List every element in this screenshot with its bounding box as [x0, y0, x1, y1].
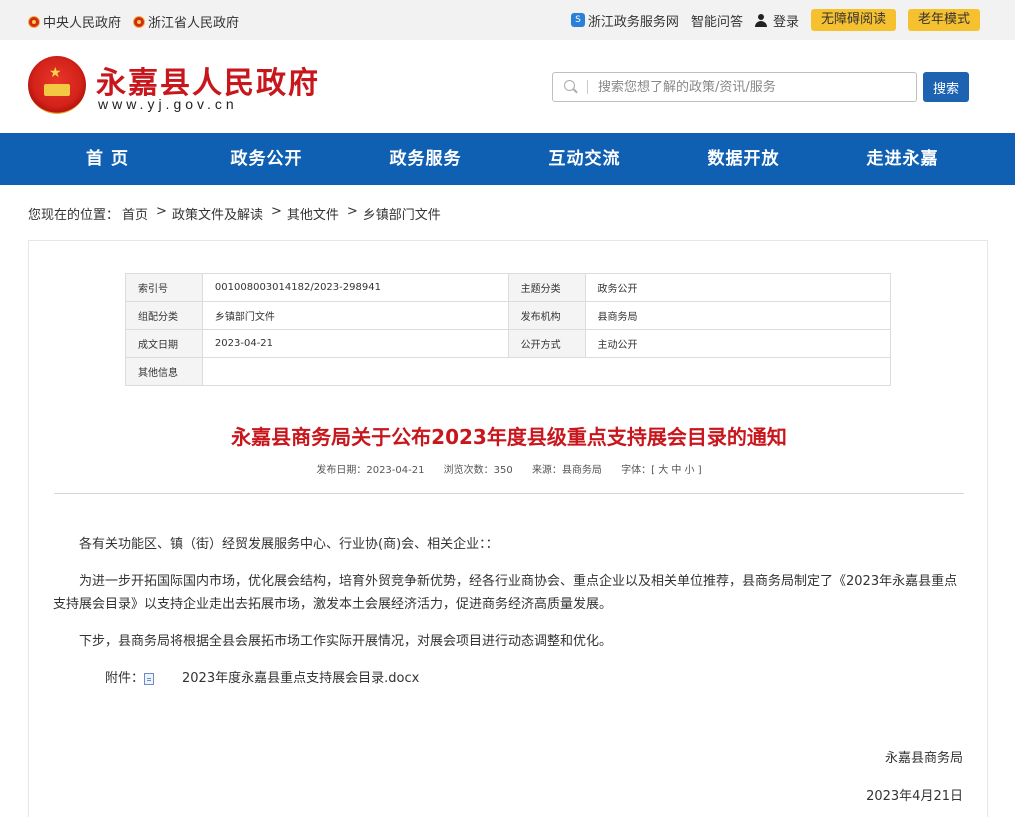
info-value: 001008003014182/2023-298941	[201, 273, 509, 302]
attachment-row: 附件： 2023年度永嘉县重点支持展会目录.docx	[53, 667, 961, 690]
info-value: 主动公开	[584, 329, 891, 358]
main-nav: 首 页 政务公开 政务服务 互动交流 数据开放 走进永嘉	[0, 133, 1015, 185]
elder-mode-button[interactable]: 老年模式	[907, 9, 980, 31]
article-meta: 发布日期：2023-04-21 浏览次数：350 来源：县商务局 字体：[ 大 …	[29, 461, 989, 476]
search-separator	[587, 80, 588, 94]
breadcrumb: 您现在的位置： 首页 > 政策文件及解读 > 其他文件 > 乡镇部门文件	[28, 204, 444, 223]
top-links-left: 中央人民政府 浙江省人民政府	[28, 12, 251, 31]
info-key: 索引号	[125, 273, 203, 302]
link-zj-service[interactable]: S 浙江政务服务网	[570, 11, 679, 30]
nav-gov-affairs[interactable]: 政务公开	[187, 133, 346, 185]
article-source: 来源：县商务局	[531, 465, 602, 476]
info-key: 组配分类	[125, 301, 203, 330]
article-body: 各有关功能区、镇（街）经贸发展服务中心、行业协(商)会、相关企业：： 为进一步开…	[53, 533, 961, 704]
link-zhejiang-gov[interactable]: 浙江省人民政府	[133, 12, 239, 31]
accessible-reading-button[interactable]: 无障碍阅读	[810, 9, 896, 31]
content-panel: 索引号 001008003014182/2023-298941 主题分类 政务公…	[28, 240, 988, 817]
info-key: 主题分类	[507, 273, 586, 302]
nav-gov-services[interactable]: 政务服务	[346, 133, 505, 185]
nav-interaction[interactable]: 互动交流	[505, 133, 664, 185]
breadcrumb-item-policy[interactable]: 政策文件及解读	[172, 204, 263, 223]
login-link[interactable]: 登录	[754, 11, 799, 30]
signer: 永嘉县商务局	[884, 751, 963, 766]
table-row: 成文日期 2023-04-21 公开方式 主动公开	[125, 329, 891, 358]
info-key: 公开方式	[507, 329, 586, 358]
table-row: 其他信息	[125, 357, 892, 386]
info-value	[201, 357, 892, 386]
user-icon	[754, 13, 767, 27]
paragraph: 为进一步开拓国际国内市场，优化展会结构，培育外贸竞争新优势，经各行业商协会、重点…	[53, 574, 958, 612]
nav-home[interactable]: 首 页	[28, 133, 187, 185]
table-row: 索引号 001008003014182/2023-298941 主题分类 政务公…	[125, 273, 891, 302]
national-emblem-logo[interactable]: ★	[28, 56, 86, 114]
info-table: 索引号 001008003014182/2023-298941 主题分类 政务公…	[125, 273, 892, 386]
info-value: 乡镇部门文件	[201, 301, 509, 330]
emblem-icon	[28, 15, 40, 28]
sign-date: 2023年4月21日	[866, 789, 963, 804]
breadcrumb-sep: >	[156, 204, 167, 219]
info-value: 2023-04-21	[201, 329, 509, 358]
view-count: 浏览次数：350	[443, 465, 513, 476]
paragraph: 下步，县商务局将根据全县会展拓市场工作实际开展情况，对展会项目进行动态调整和优化…	[79, 634, 613, 649]
star-icon: ★	[49, 65, 62, 81]
document-icon	[144, 672, 155, 685]
breadcrumb-prefix: 您现在的位置：	[28, 208, 120, 223]
info-value: 政务公开	[584, 273, 891, 302]
attachment-label: 附件：	[105, 671, 145, 686]
info-key: 其他信息	[125, 357, 203, 386]
font-size-control[interactable]: 字体：[ 大 中 小 ]	[621, 465, 702, 476]
search-icon	[563, 79, 579, 95]
breadcrumb-sep: >	[270, 204, 282, 219]
search-box	[552, 72, 917, 102]
search-input[interactable]	[598, 79, 898, 95]
divider	[54, 493, 964, 494]
article-title: 永嘉县商务局关于公布2023年度县级重点支持展会目录的通知	[231, 425, 787, 449]
emblem-icon	[133, 15, 146, 28]
search-button[interactable]: 搜索	[923, 72, 969, 102]
table-row: 组配分类 乡镇部门文件 发布机构 县商务局	[125, 301, 891, 330]
paragraph: 各有关功能区、镇（街）经贸发展服务中心、行业协(商)会、相关企业：：	[79, 537, 499, 552]
breadcrumb-sep: >	[346, 204, 358, 219]
nav-open-data[interactable]: 数据开放	[664, 133, 823, 185]
site-url: www.yj.gov.cn	[98, 96, 238, 112]
link-smart-qa[interactable]: 智能问答	[691, 11, 743, 30]
info-key: 发布机构	[507, 301, 586, 330]
nav-about-yongjia[interactable]: 走进永嘉	[823, 133, 982, 185]
top-bar: 中央人民政府 浙江省人民政府 S 浙江政务服务网 智能问答 登录 无障碍阅读 老…	[0, 0, 1015, 40]
link-central-gov[interactable]: 中央人民政府	[28, 12, 121, 31]
publish-date: 发布日期：2023-04-21	[316, 465, 425, 476]
breadcrumb-item-township[interactable]: 乡镇部门文件	[363, 204, 441, 223]
attachment-link[interactable]: 2023年度永嘉县重点支持展会目录.docx	[156, 667, 419, 690]
site-header: ★ 永嘉县人民政府 www.yj.gov.cn 搜索	[0, 40, 1015, 133]
breadcrumb-item-home[interactable]: 首页	[122, 204, 148, 223]
zj-service-icon: S	[570, 13, 585, 27]
gate-icon	[44, 84, 70, 96]
breadcrumb-item-other[interactable]: 其他文件	[287, 204, 339, 223]
top-links-right: S 浙江政务服务网 智能问答 登录 无障碍阅读 老年模式	[559, 9, 980, 31]
info-value: 县商务局	[584, 301, 891, 330]
info-key: 成文日期	[125, 329, 203, 358]
